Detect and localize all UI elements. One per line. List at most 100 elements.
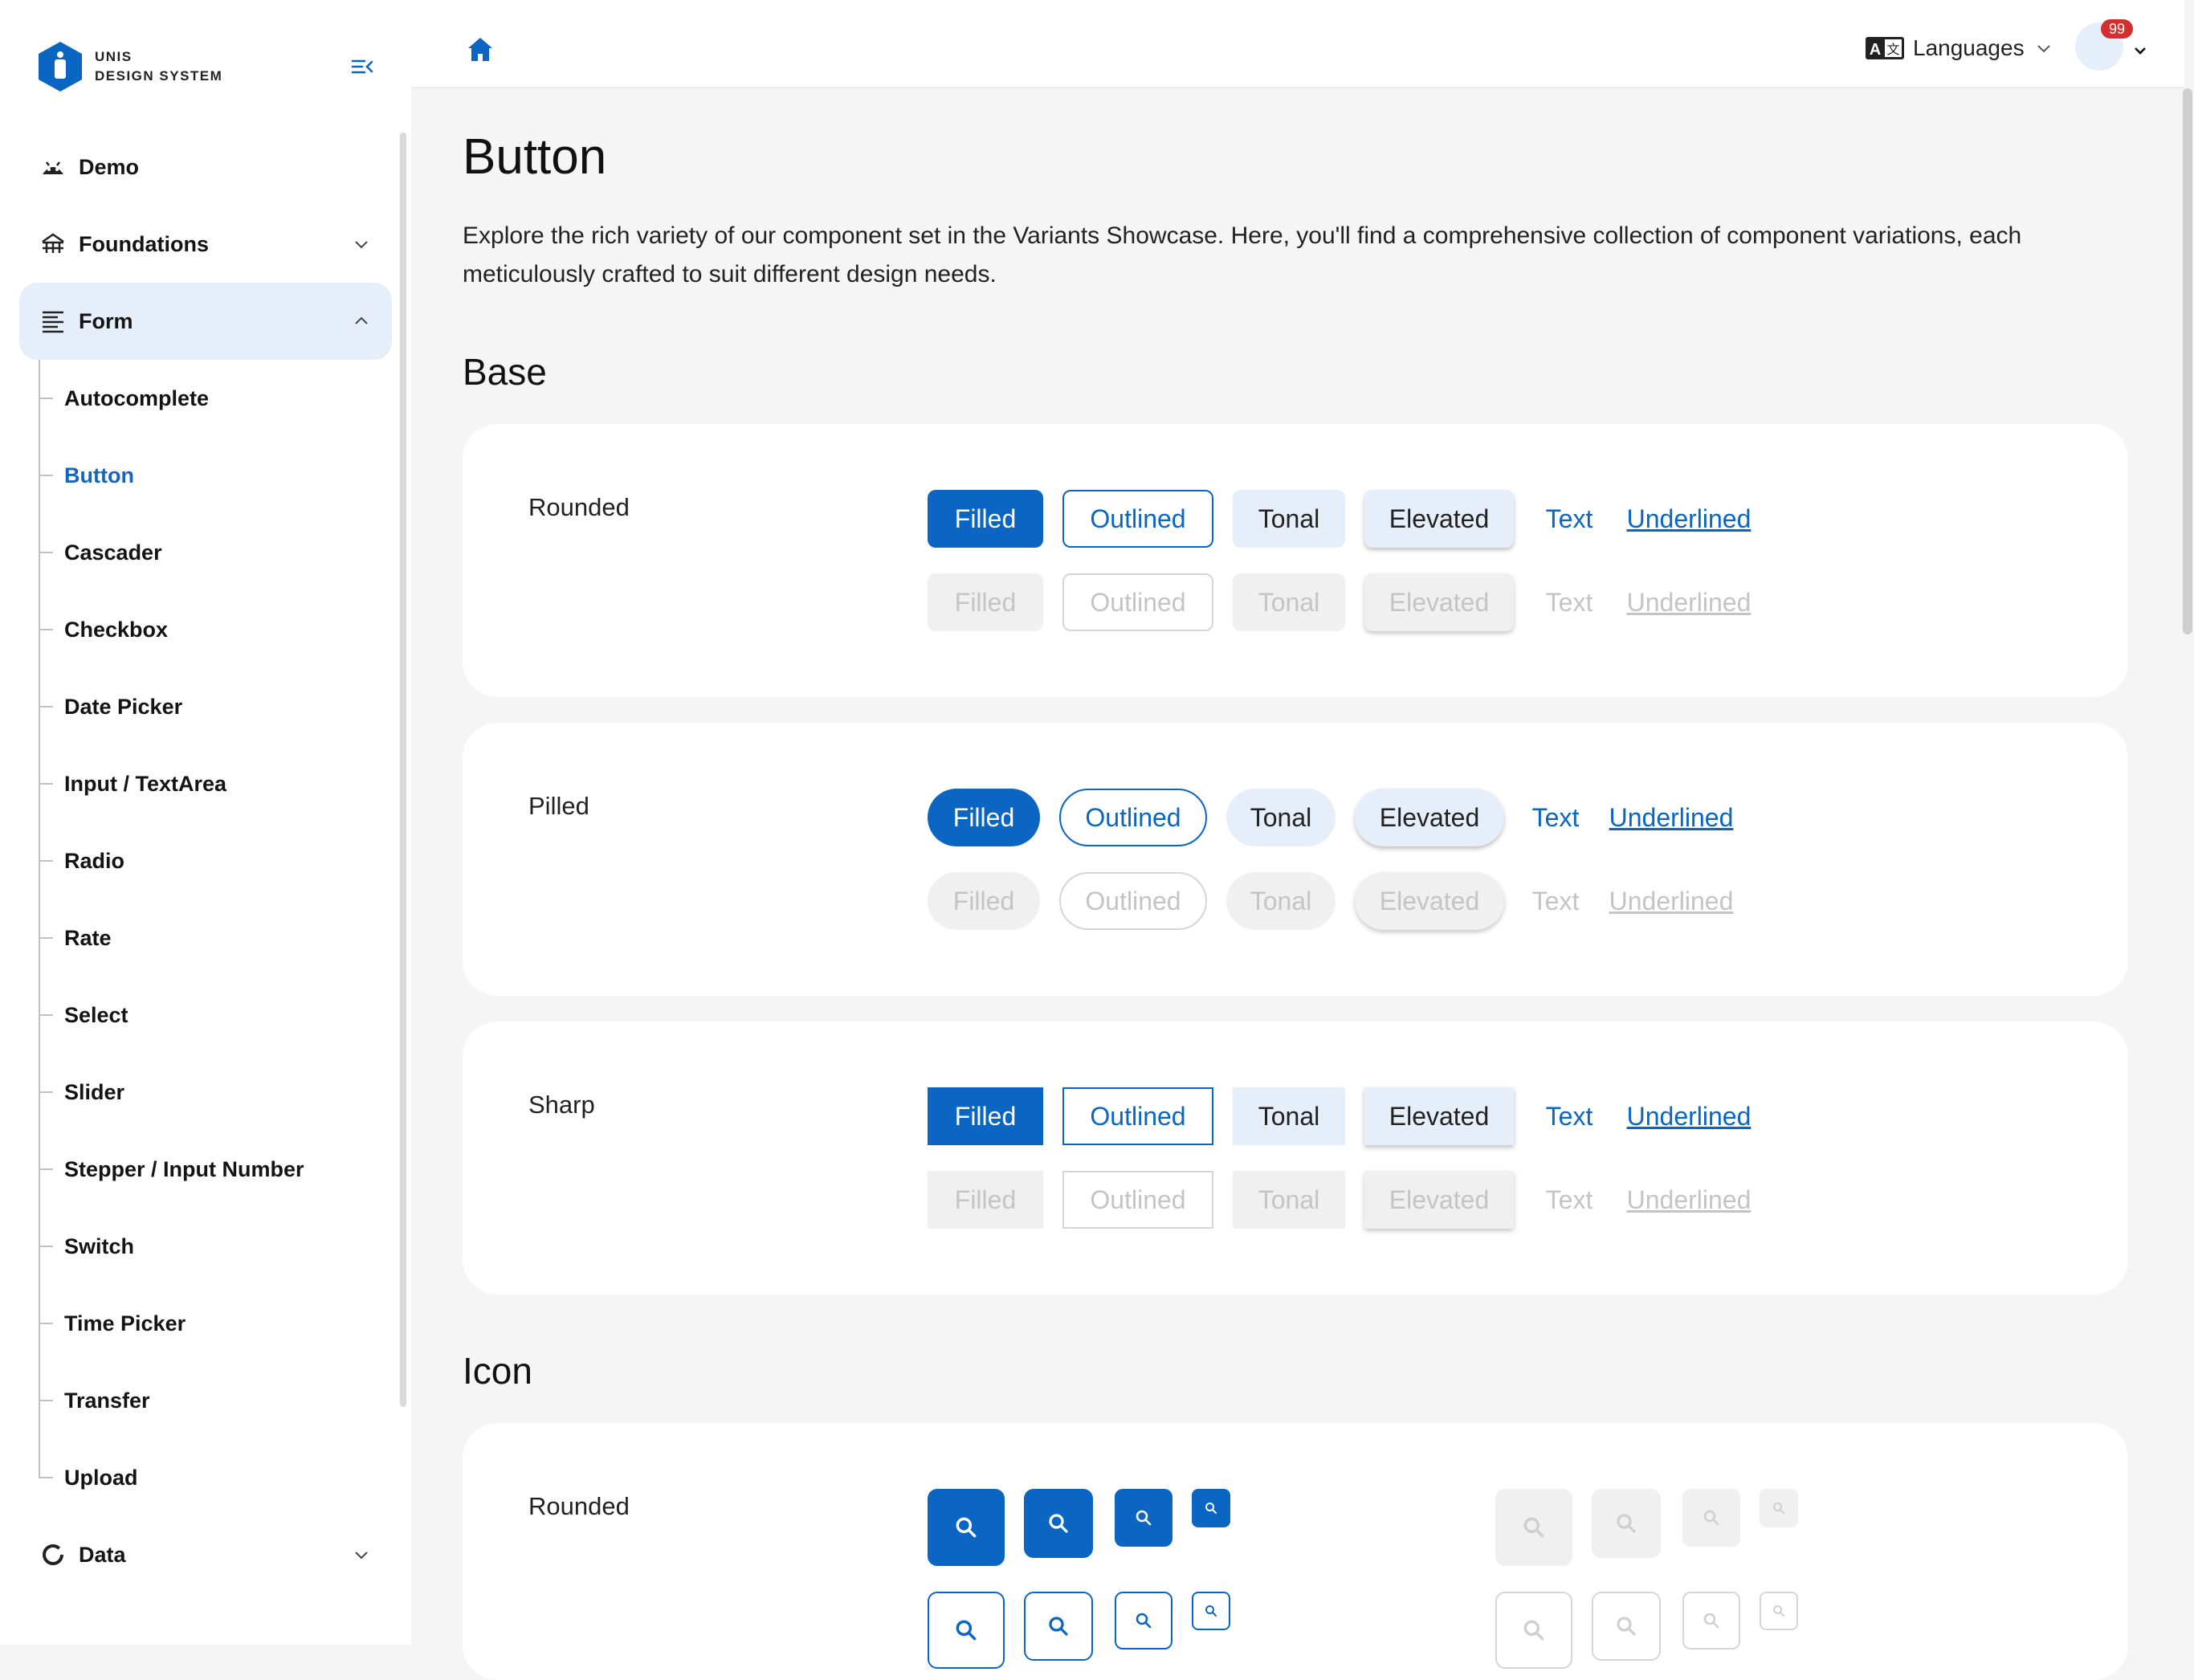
icon-button-outlined-xl[interactable]	[928, 1592, 1005, 1669]
elevated-button[interactable]: Elevated	[1364, 490, 1514, 548]
search-icon	[1703, 1510, 1719, 1526]
icon-button-filled-sm[interactable]	[1192, 1489, 1230, 1527]
outlined-button-disabled[interactable]: Outlined	[1062, 1171, 1213, 1229]
tonal-button-disabled[interactable]: Tonal	[1233, 1171, 1345, 1229]
sidebar-subitem-slider[interactable]: Slider	[39, 1068, 124, 1116]
languages-label: Languages	[1913, 35, 2025, 60]
sidebar-subitem-select[interactable]: Select	[39, 991, 128, 1039]
row-label: Pilled	[528, 792, 589, 820]
elevated-button-disabled[interactable]: Elevated	[1355, 872, 1504, 930]
icon-button-filled-sm-disabled[interactable]	[1760, 1489, 1798, 1527]
elevated-button[interactable]: Elevated	[1364, 1087, 1514, 1145]
brand-line-1: UNIS	[95, 49, 133, 64]
sidebar-item-label: Form	[79, 308, 133, 333]
underlined-button[interactable]: Underlined	[1625, 1087, 1753, 1145]
home-icon[interactable]	[466, 35, 495, 64]
sidebar-subitem-radio[interactable]: Radio	[39, 837, 124, 885]
languages-dropdown[interactable]: A 文 Languages	[1865, 35, 2053, 61]
icon-button-outlined-sm[interactable]	[1192, 1592, 1230, 1630]
underlined-button[interactable]: Underlined	[1607, 789, 1735, 846]
icon-button-outlined-xl-disabled[interactable]	[1495, 1592, 1572, 1669]
underlined-button[interactable]: Underlined	[1625, 490, 1753, 548]
android-icon	[43, 161, 63, 174]
icon-button-outlined-lg[interactable]	[1024, 1592, 1093, 1661]
filled-button[interactable]: Filled	[928, 490, 1043, 548]
tonal-button-disabled[interactable]: Tonal	[1226, 872, 1336, 930]
text-button-disabled[interactable]: Text	[1533, 1171, 1605, 1229]
icon-button-outlined-md-disabled[interactable]	[1682, 1592, 1740, 1649]
chevron-down-icon[interactable]	[2131, 42, 2149, 59]
icon-button-filled-lg-disabled[interactable]	[1592, 1489, 1661, 1558]
icon-button-filled-lg[interactable]	[1024, 1489, 1093, 1558]
sidebar-subitem-rate[interactable]: Rate	[39, 914, 112, 962]
underlined-button-disabled[interactable]: Underlined	[1625, 573, 1753, 631]
search-icon	[1773, 1503, 1784, 1514]
search-icon	[1617, 1617, 1636, 1636]
icon-button-filled-md[interactable]	[1115, 1489, 1172, 1547]
tonal-button[interactable]: Tonal	[1233, 1087, 1345, 1145]
elevated-button-disabled[interactable]: Elevated	[1364, 573, 1514, 631]
unis-logo-icon	[39, 42, 82, 92]
sidebar-item-data[interactable]: Data	[19, 1516, 392, 1593]
brand[interactable]: UNIS DESIGN SYSTEM	[37, 40, 222, 93]
icon-button-outlined-lg-disabled[interactable]	[1592, 1592, 1661, 1661]
text-button-disabled[interactable]: Text	[1533, 573, 1605, 631]
row-label: Rounded	[528, 493, 630, 521]
icon-button-outlined-md[interactable]	[1115, 1592, 1172, 1649]
section-title-icon: Icon	[463, 1350, 532, 1392]
filled-button[interactable]: Filled	[928, 789, 1040, 846]
donut-icon	[43, 1544, 63, 1565]
text-button-disabled[interactable]: Text	[1523, 872, 1588, 930]
card-rounded: Rounded Filled Outlined Tonal Elevated T…	[463, 424, 2128, 697]
tonal-button[interactable]: Tonal	[1233, 490, 1345, 548]
form-lines-icon	[43, 311, 63, 333]
filled-button-disabled[interactable]: Filled	[928, 1171, 1043, 1229]
sidebar-subitem-stepper[interactable]: Stepper / Input Number	[39, 1145, 304, 1193]
collapse-sidebar-icon[interactable]	[350, 55, 374, 79]
icon-button-filled-xl[interactable]	[928, 1489, 1005, 1566]
filled-button[interactable]: Filled	[928, 1087, 1043, 1145]
text-button[interactable]: Text	[1523, 789, 1588, 846]
outlined-button[interactable]: Outlined	[1059, 789, 1207, 846]
search-icon	[1205, 1605, 1217, 1617]
tonal-button-disabled[interactable]: Tonal	[1233, 573, 1345, 631]
sidebar-subitem-upload[interactable]: Upload	[39, 1454, 138, 1502]
sidebar-subitem-autocomplete[interactable]: Autocomplete	[39, 374, 209, 422]
underlined-button-disabled[interactable]: Underlined	[1607, 872, 1735, 930]
sidebar-subitem-date-picker[interactable]: Date Picker	[39, 683, 182, 731]
sidebar-item-form[interactable]: Form	[19, 283, 392, 360]
outlined-button[interactable]: Outlined	[1062, 1087, 1213, 1145]
tonal-button[interactable]: Tonal	[1226, 789, 1336, 846]
page-title: Button	[463, 129, 607, 185]
outlined-button-disabled[interactable]: Outlined	[1059, 872, 1207, 930]
icon-button-filled-xl-disabled[interactable]	[1495, 1489, 1572, 1566]
underlined-button-disabled[interactable]: Underlined	[1625, 1171, 1753, 1229]
filled-button-disabled[interactable]: Filled	[928, 573, 1043, 631]
text-button[interactable]: Text	[1533, 1087, 1605, 1145]
sidebar-subitem-input-textarea[interactable]: Input / TextArea	[39, 760, 226, 808]
elevated-button-disabled[interactable]: Elevated	[1364, 1171, 1514, 1229]
sidebar-subitem-checkbox[interactable]: Checkbox	[39, 606, 168, 654]
chevron-down-icon	[2037, 45, 2050, 53]
main-scrollbar[interactable]	[2183, 88, 2192, 634]
icon-button-filled-md-disabled[interactable]	[1682, 1489, 1740, 1547]
temple-icon	[42, 233, 64, 253]
sidebar-subitem-button[interactable]: Button	[39, 451, 134, 500]
sidebar-item-label: Data	[79, 1542, 126, 1567]
filled-button-disabled[interactable]: Filled	[928, 872, 1040, 930]
elevated-button[interactable]: Elevated	[1355, 789, 1504, 846]
sidebar-subitem-time-picker[interactable]: Time Picker	[39, 1299, 186, 1348]
outlined-button-disabled[interactable]: Outlined	[1062, 573, 1213, 631]
outlined-button[interactable]: Outlined	[1062, 490, 1213, 548]
sidebar-scrollbar[interactable]	[400, 133, 406, 1407]
card-icon-rounded: Rounded	[463, 1423, 2128, 1680]
icon-button-outlined-sm-disabled[interactable]	[1760, 1592, 1798, 1630]
sidebar-subitem-cascader[interactable]: Cascader	[39, 528, 162, 577]
sidebar-item-demo[interactable]: Demo	[19, 128, 392, 206]
search-icon	[1136, 1510, 1152, 1526]
svg-text:A: A	[1870, 41, 1881, 59]
sidebar-subitem-transfer[interactable]: Transfer	[39, 1376, 150, 1425]
text-button[interactable]: Text	[1533, 490, 1605, 548]
sidebar-subitem-switch[interactable]: Switch	[39, 1222, 134, 1270]
sidebar-item-foundations[interactable]: Foundations	[19, 206, 392, 283]
